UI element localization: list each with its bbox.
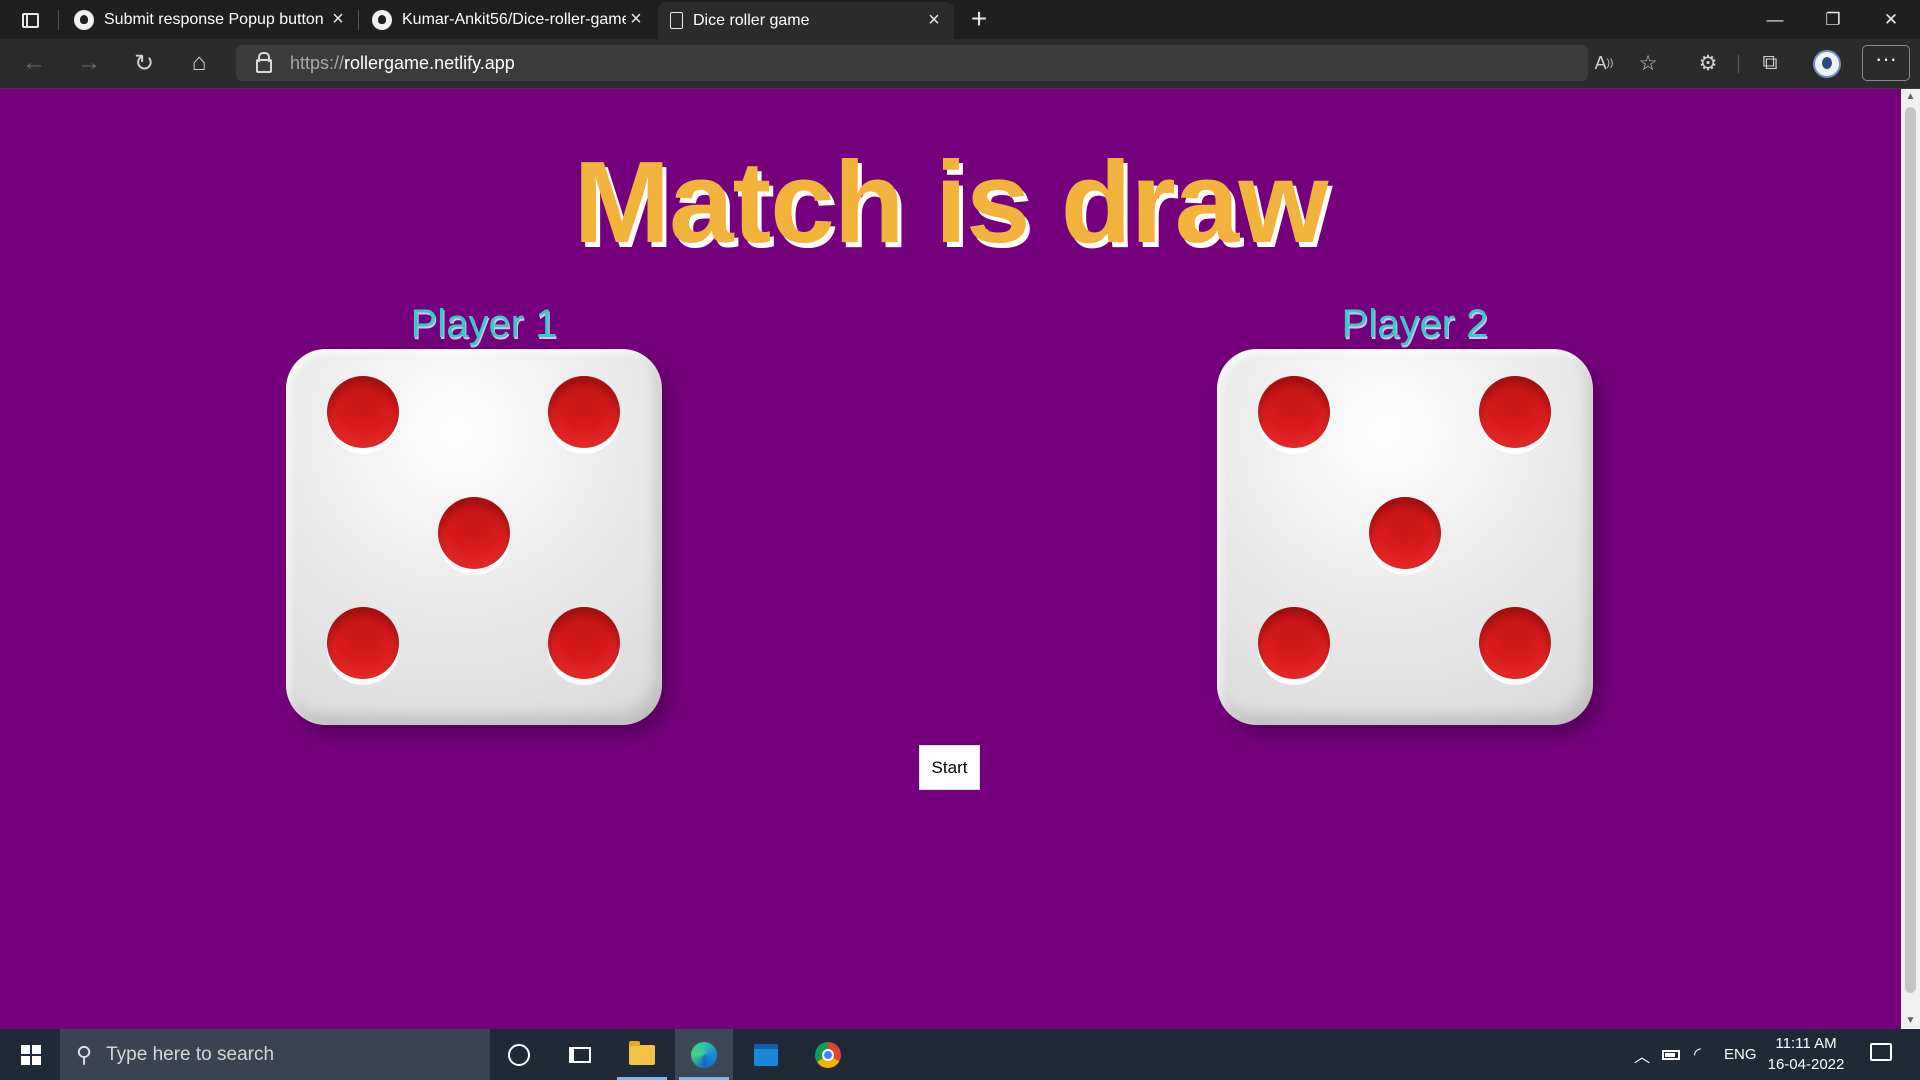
die-pip [1479, 376, 1551, 448]
refresh-icon[interactable]: ↻ [126, 47, 162, 79]
home-icon[interactable]: ⌂ [181, 47, 217, 79]
die-pip [327, 607, 399, 679]
minimize-icon[interactable]: — [1746, 0, 1804, 39]
page-scrollbar[interactable]: ▲ ▼ [1901, 89, 1920, 1029]
profile-avatar[interactable] [1813, 50, 1841, 78]
die-pip [548, 607, 620, 679]
wifi-icon[interactable]: ◜ [1694, 1029, 1701, 1080]
notification-icon[interactable] [1870, 1043, 1892, 1061]
player-1-label: Player 1 [410, 302, 558, 346]
restore-icon[interactable]: ❐ [1804, 0, 1862, 39]
close-window-icon[interactable]: ✕ [1862, 0, 1920, 39]
die-pip [1369, 497, 1441, 569]
calendar-icon[interactable] [737, 1029, 795, 1080]
chrome-icon[interactable] [799, 1029, 857, 1080]
dice-game-page: Match is draw Player 1 Player 2 Start [0, 89, 1901, 1029]
die-pip [327, 376, 399, 448]
scroll-up-icon[interactable]: ▲ [1901, 89, 1920, 105]
lock-icon[interactable] [256, 52, 272, 73]
battery-icon[interactable] [1662, 1029, 1680, 1080]
player-2-die [1217, 349, 1593, 725]
browser-tab-bar: Submit response Popup button · × Kumar-A… [0, 0, 1920, 39]
back-icon[interactable]: ← [16, 47, 52, 79]
file-explorer-icon[interactable] [613, 1029, 671, 1080]
close-tab-icon[interactable]: × [924, 9, 944, 32]
die-pip [548, 376, 620, 448]
task-view-icon[interactable] [551, 1029, 609, 1080]
new-tab-button[interactable]: + [965, 5, 993, 34]
tab-submit-response[interactable]: Submit response Popup button · × [62, 0, 358, 39]
taskbar-clock[interactable]: 11:11 AM 16-04-2022 [1760, 1033, 1852, 1075]
language-indicator[interactable]: ENG [1724, 1029, 1757, 1080]
player-2-label: Player 2 [1341, 302, 1489, 346]
die-pip [438, 497, 510, 569]
close-tab-icon[interactable]: × [328, 8, 348, 31]
github-icon [372, 9, 392, 30]
collections-icon[interactable]: ⧉ [1752, 47, 1788, 79]
address-bar[interactable]: https://rollergame.netlify.app [236, 45, 1588, 81]
forward-icon[interactable]: → [71, 47, 107, 79]
tab-dice-roller-repo[interactable]: Kumar-Ankit56/Dice-roller-game × [360, 0, 656, 39]
document-icon [670, 12, 683, 29]
start-button[interactable]: Start [919, 745, 980, 790]
search-placeholder: Type here to search [106, 1043, 275, 1065]
taskbar-search-box[interactable]: ⚲ Type here to search [60, 1029, 490, 1080]
result-headline: Match is draw [573, 137, 1328, 267]
show-hidden-icons[interactable]: ︿ [1634, 1029, 1650, 1080]
tab-dice-roller-game[interactable]: Dice roller game × [658, 2, 954, 39]
close-tab-icon[interactable]: × [626, 8, 646, 31]
windows-start-icon[interactable] [8, 1029, 54, 1080]
windows-taskbar: ⚲ Type here to search ︿ ◜ ENG 11:11 AM 1… [0, 1029, 1920, 1080]
add-favorite-icon[interactable]: ☆ [1630, 47, 1666, 79]
url-text: https://rollergame.netlify.app [290, 52, 515, 73]
tab-actions-icon[interactable] [12, 8, 48, 32]
clock-date: 16-04-2022 [1767, 1056, 1845, 1073]
player-1-die [286, 349, 662, 725]
tab-title: Dice roller game [693, 11, 810, 29]
tab-title: Kumar-Ankit56/Dice-roller-game [402, 10, 626, 28]
github-icon [74, 9, 94, 30]
tab-title: Submit response Popup button · [104, 10, 328, 28]
extensions-icon[interactable]: ⚙ [1690, 47, 1726, 79]
clock-time: 11:11 AM [1775, 1035, 1837, 1052]
read-aloud-icon[interactable]: A)) [1586, 47, 1622, 79]
scroll-thumb[interactable] [1905, 107, 1916, 993]
die-pip [1258, 376, 1330, 448]
search-icon: ⚲ [76, 1041, 93, 1067]
die-pip [1479, 607, 1551, 679]
settings-menu-button[interactable]: ··· [1862, 45, 1910, 81]
scroll-down-icon[interactable]: ▼ [1901, 1013, 1920, 1029]
browser-toolbar: ← → ↻ ⌂ https://rollergame.netlify.app A… [0, 39, 1920, 89]
edge-icon[interactable] [675, 1029, 733, 1080]
cortana-icon[interactable] [490, 1029, 548, 1080]
die-pip [1258, 607, 1330, 679]
